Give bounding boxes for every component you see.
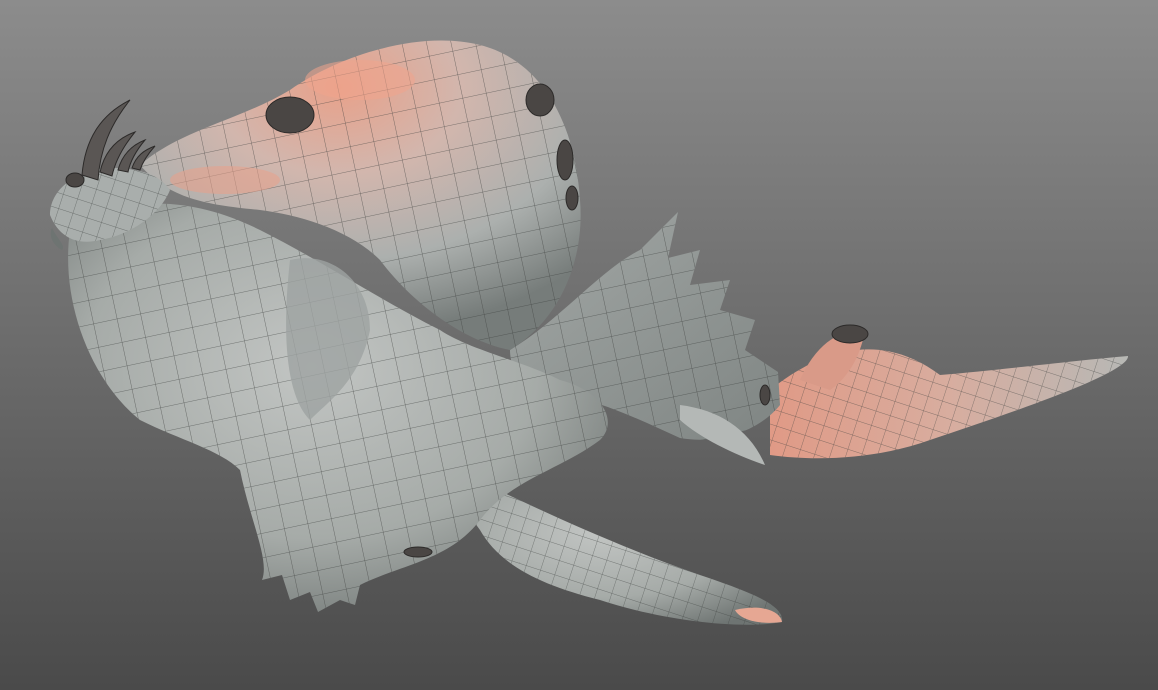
3d-viewport[interactable] <box>0 0 1158 690</box>
creature-render <box>50 40 1129 625</box>
tail-fin <box>770 329 1129 459</box>
